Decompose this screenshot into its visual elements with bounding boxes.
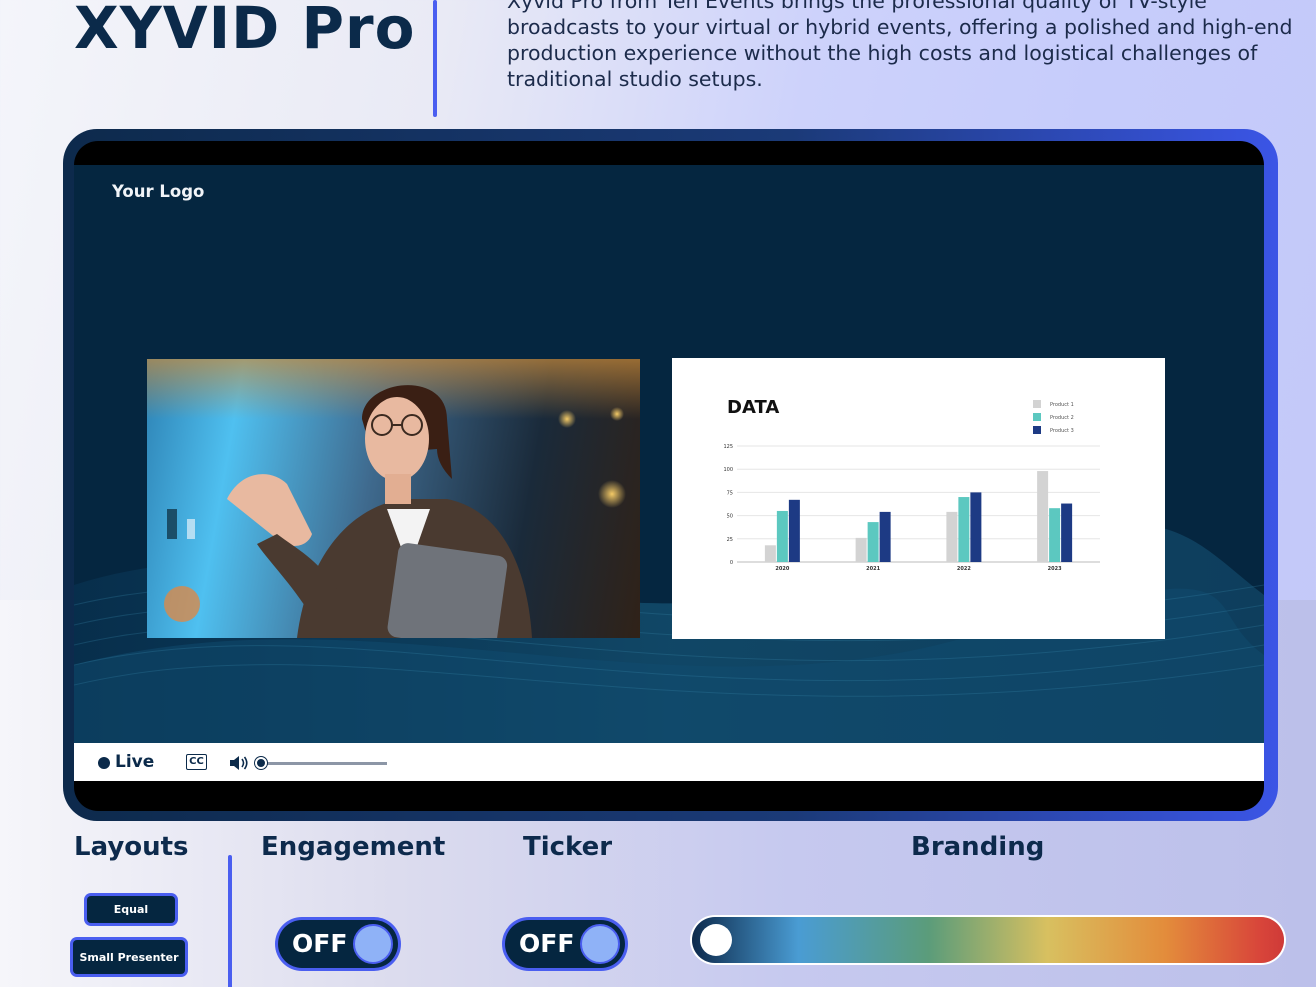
- chart-x-labels: 2020 2021 2022 2023: [775, 566, 1062, 572]
- bar: [1049, 508, 1061, 562]
- header-divider: [433, 0, 437, 117]
- presenter-video: [147, 359, 640, 638]
- legend-label: Product 1: [1050, 402, 1074, 408]
- bar: [1037, 471, 1049, 562]
- layout-equal-button[interactable]: Equal: [87, 896, 175, 923]
- engagement-toggle-label: OFF: [292, 929, 348, 958]
- live-indicator-icon: [98, 757, 110, 769]
- branding-color-slider-handle[interactable]: [700, 924, 732, 956]
- chart-y-labels: 0 25 50 75 100 125: [723, 444, 733, 566]
- engagement-toggle[interactable]: OFF: [278, 920, 398, 968]
- player-controls: Live CC: [74, 743, 1264, 781]
- section-divider: [228, 855, 232, 987]
- presenter-image: [147, 359, 640, 638]
- bar: [788, 499, 800, 562]
- x-tick-label: 2021: [866, 566, 880, 572]
- y-tick-label: 75: [727, 490, 733, 496]
- ticker-toggle-label: OFF: [519, 929, 575, 958]
- legend-swatch: [1033, 400, 1041, 408]
- chart-legend: Product 1 Product 2 Product 3: [1033, 400, 1074, 434]
- branding-color-slider[interactable]: [692, 917, 1284, 963]
- bar: [855, 537, 867, 562]
- ticker-toggle[interactable]: OFF: [505, 920, 625, 968]
- bar-chart: DATA Product 1Product 2Product 3 2020 202…: [723, 397, 1100, 572]
- bar: [958, 497, 970, 562]
- legend-label: Product 3: [1050, 428, 1074, 434]
- closed-captions-button[interactable]: CC: [186, 754, 207, 770]
- page-title: XYVID Pro: [74, 0, 416, 62]
- bar: [946, 511, 958, 562]
- bar: [776, 510, 788, 562]
- y-tick-label: 100: [723, 467, 733, 473]
- volume-slider-handle[interactable]: [255, 757, 267, 769]
- ticker-toggle-knob: [580, 924, 620, 964]
- x-tick-label: 2022: [957, 566, 971, 572]
- volume-icon[interactable]: [229, 755, 249, 771]
- x-tick-label: 2020: [775, 566, 789, 572]
- layouts-heading: Layouts: [74, 832, 189, 862]
- y-tick-label: 50: [727, 514, 733, 520]
- y-tick-label: 125: [723, 444, 733, 450]
- branding-heading: Branding: [911, 832, 1045, 862]
- y-tick-label: 25: [727, 537, 733, 543]
- brand-logo-placeholder: Your Logo: [112, 182, 205, 201]
- bar: [879, 511, 891, 562]
- chart-title: DATA: [727, 397, 779, 418]
- volume-slider[interactable]: [257, 762, 387, 765]
- legend-swatch: [1033, 413, 1041, 421]
- video-stage: Your Logo DATA Product 1 Product 2 Produ…: [74, 165, 1264, 743]
- intro-paragraph: Xyvid Pro from Ten Events brings the pro…: [507, 0, 1293, 91]
- bar: [970, 492, 982, 562]
- presentation-slide: DATA Product 1 Product 2 Product 3 2020 202…: [672, 358, 1165, 639]
- bar: [867, 522, 879, 562]
- engagement-toggle-knob: [353, 924, 393, 964]
- bar: [764, 545, 776, 562]
- y-tick-label: 0: [730, 560, 733, 566]
- engagement-heading: Engagement: [261, 832, 446, 862]
- video-player[interactable]: Your Logo DATA Product 1 Product 2 Produ…: [74, 141, 1264, 811]
- layout-small-presenter-button[interactable]: Small Presenter: [73, 940, 185, 974]
- live-label: Live: [115, 752, 155, 772]
- chart-bars: [764, 471, 1073, 562]
- ticker-heading: Ticker: [523, 832, 613, 862]
- bar: [1061, 503, 1073, 562]
- legend-swatch: [1033, 426, 1041, 434]
- legend-label: Product 2: [1050, 415, 1074, 421]
- x-tick-label: 2023: [1048, 566, 1062, 572]
